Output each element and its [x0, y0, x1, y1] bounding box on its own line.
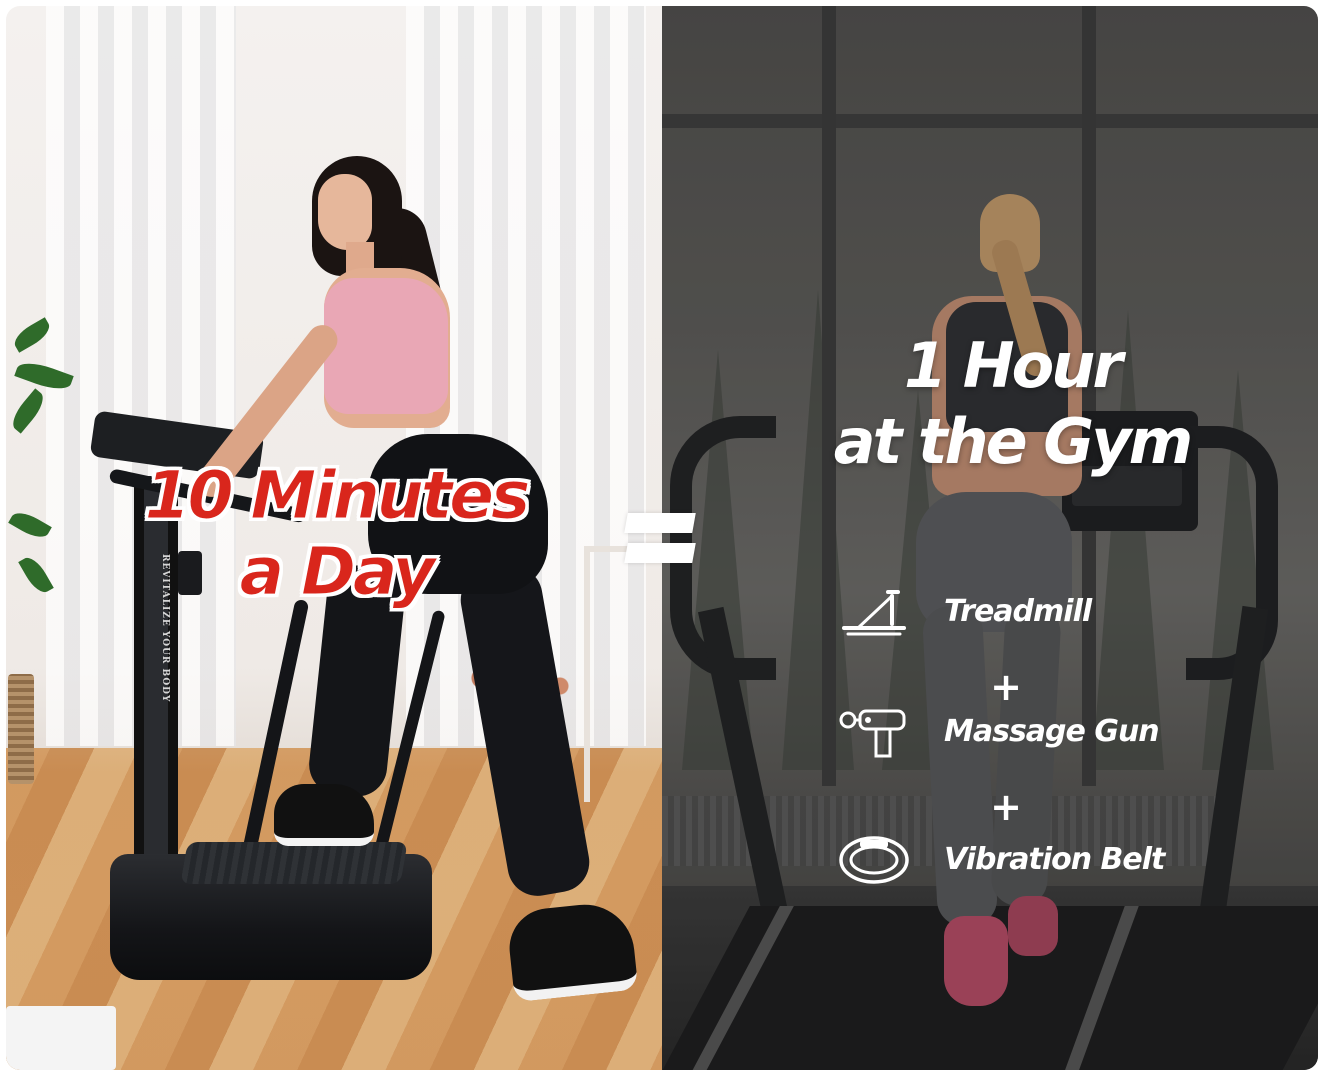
treadmill-icon [842, 590, 906, 636]
feature-vibration-belt: Vibration Belt [838, 832, 1198, 892]
sneaker [274, 784, 374, 846]
massage-gun-icon [839, 709, 906, 758]
pink-sports-bra [324, 278, 448, 414]
left-photo-home-vibration-plate: REVITALIZE YOUR BODY 10 Minutes a Day [6, 6, 662, 1070]
left-headline-line2: a Day [239, 533, 436, 610]
rug [6, 1006, 116, 1070]
dark-overlay [662, 6, 1318, 1070]
woman-face [318, 174, 372, 250]
right-headline-line2: at the Gym [833, 405, 1193, 478]
chair [584, 546, 662, 802]
comparison-image: REVITALIZE YOUR BODY 10 Minutes a Day 1 … [6, 6, 1318, 1070]
equals-bar [624, 543, 696, 563]
feature-label: Vibration Belt [944, 842, 1165, 877]
left-headline-line1: 10 Minutes [144, 457, 531, 534]
right-headline: 1 Hour at the Gym [822, 328, 1202, 480]
right-photo-gym-treadmill: 1 Hour at the Gym Treadmill + Massage Gu… [662, 6, 1318, 1070]
vibration-belt-icon [839, 836, 909, 884]
feature-label: Massage Gun [944, 714, 1160, 749]
left-headline: 10 Minutes a Day [136, 457, 536, 610]
feature-label: Treadmill [944, 594, 1092, 629]
plus-sign: + [990, 785, 1022, 829]
plus-sign: + [990, 665, 1022, 709]
right-headline-line1: 1 Hour [904, 329, 1123, 402]
basket [8, 674, 34, 784]
feature-massage-gun: Massage Gun [838, 704, 1198, 764]
equals-sign [624, 511, 696, 567]
feature-treadmill: Treadmill [838, 584, 1198, 644]
plant-leaf [6, 388, 50, 434]
vibration-plate [180, 842, 408, 884]
equals-bar [624, 513, 696, 533]
